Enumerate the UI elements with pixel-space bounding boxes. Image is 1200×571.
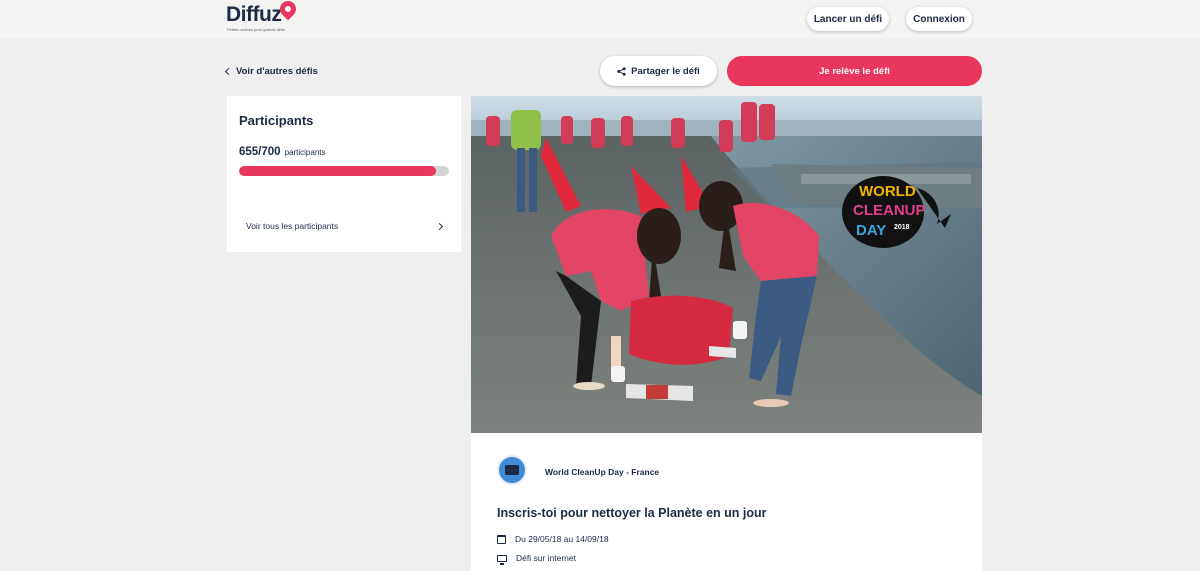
monitor-icon	[497, 554, 507, 565]
participants-card: Participants 655/700 participants Voir t…	[227, 96, 461, 252]
share-icon	[617, 66, 626, 76]
logo-tagline: Petites actions pour grands défis	[227, 27, 286, 32]
badge-line-1: WORLD	[859, 183, 916, 200]
challenge-dates-text: Du 29/05/18 au 14/09/18	[515, 534, 609, 544]
login-button[interactable]: Connexion	[906, 7, 972, 31]
diffuz-logo[interactable]: Diffuz Petites actions pour grands défis	[226, 0, 300, 33]
challenge-title: Inscris-toi pour nettoyer la Planète en …	[497, 506, 767, 520]
challenge-hero-image: WORLD CLEANUP DAY 2018	[471, 96, 982, 433]
launch-challenge-button[interactable]: Lancer un défi	[807, 7, 889, 31]
top-header: Diffuz Petites actions pour grands défis…	[0, 0, 1200, 38]
calendar-icon	[497, 534, 506, 544]
participants-progress-bar	[239, 166, 449, 176]
chevron-left-icon	[224, 67, 233, 76]
organizer-avatar[interactable]	[497, 455, 527, 485]
organizer-logo-icon	[505, 465, 519, 475]
back-link-label: Voir d'autres défis	[236, 66, 318, 77]
chevron-right-icon	[435, 222, 444, 230]
challenge-mode: Défi sur internet	[497, 553, 576, 565]
challenge-dates: Du 29/05/18 au 14/09/18	[497, 534, 609, 544]
share-button-label: Partager le défi	[631, 65, 700, 77]
participants-count: 655/700 participants	[239, 146, 326, 158]
share-challenge-button[interactable]: Partager le défi	[600, 56, 717, 86]
see-all-participants-link[interactable]: Voir tous les participants	[246, 221, 444, 231]
participants-title: Participants	[239, 113, 314, 128]
challenge-detail-card: World CleanUp Day - France Inscris-toi p…	[471, 433, 982, 571]
back-to-challenges-link[interactable]: Voir d'autres défis	[224, 66, 318, 77]
participants-count-value: 655/700	[239, 146, 281, 158]
badge-year: 2018	[894, 224, 910, 231]
participants-progress-fill	[239, 166, 436, 176]
beach-cleanup-photo: WORLD CLEANUP DAY 2018	[471, 96, 982, 433]
organizer-name[interactable]: World CleanUp Day - France	[545, 467, 659, 477]
challenge-mode-text: Défi sur internet	[516, 553, 576, 563]
badge-line-3: DAY	[856, 222, 886, 239]
participants-count-unit: participants	[284, 148, 326, 157]
logo-wordmark: Diffuz	[226, 3, 282, 26]
accept-challenge-button[interactable]: Je relève le défi	[727, 56, 982, 86]
badge-line-2: CLEANUP	[853, 202, 926, 219]
see-all-participants-label: Voir tous les participants	[246, 221, 339, 231]
